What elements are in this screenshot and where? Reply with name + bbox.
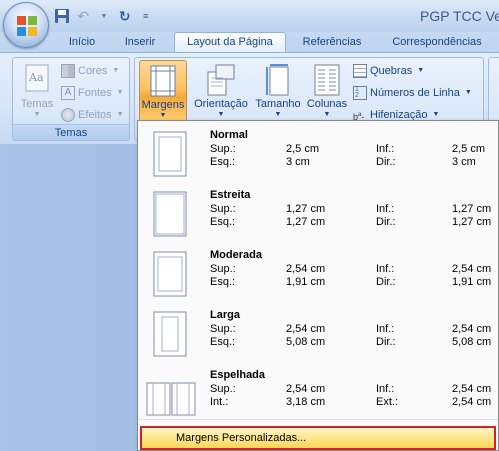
chevron-down-icon: ▼ — [159, 112, 167, 119]
margin-preview-icon — [153, 311, 187, 357]
quick-access-toolbar: ↶ ▼ ↻ ≡ — [54, 5, 154, 27]
undo-icon[interactable]: ↶ — [75, 7, 92, 25]
margin-preview-icon — [146, 382, 196, 416]
tamanho-button[interactable]: Tamanho ▼ — [253, 60, 303, 122]
fontes-button[interactable]: A Fontes ▼ — [61, 84, 124, 102]
colunas-button[interactable]: Colunas ▼ — [305, 60, 349, 122]
tab-correspondencias[interactable]: Correspondências — [382, 33, 492, 52]
title-bar: ↶ ▼ ↻ ≡ PGP TCC Ver — [0, 0, 499, 32]
numeros-de-linha-button[interactable]: 12 Números de Linha ▼ — [353, 84, 472, 102]
chevron-down-icon: ▼ — [112, 67, 120, 74]
tab-inicio[interactable]: Início — [58, 33, 106, 52]
chevron-down-icon: ▼ — [417, 67, 425, 74]
redo-icon[interactable]: ↻ — [116, 7, 133, 25]
ribbon-tabs: Início Inserir Layout da Página Referênc… — [0, 32, 499, 53]
margins-dropdown-menu: Normal Sup.: 2,5 cm Inf.: 2,5 cm Esq.: 3… — [137, 120, 499, 451]
chevron-down-icon: ▼ — [116, 89, 124, 96]
chevron-down-icon[interactable]: ▼ — [96, 7, 113, 25]
temas-button[interactable]: Aa Temas ▼ — [17, 60, 57, 122]
customize-qat-icon[interactable]: ≡ — [137, 7, 154, 25]
chevron-down-icon: ▼ — [217, 111, 225, 118]
temas-icon: Aa — [25, 64, 49, 92]
tab-inserir[interactable]: Inserir — [114, 33, 166, 52]
size-icon — [266, 64, 289, 96]
office-button[interactable] — [3, 2, 49, 48]
office-logo-icon — [17, 16, 37, 36]
custom-margins-button[interactable]: Margens Personalizadas... — [140, 426, 496, 450]
margin-preview-icon — [153, 251, 187, 297]
line-numbers-icon: 12 — [353, 86, 367, 100]
margin-option-larga[interactable]: Larga Sup.: 2,54 cm Inf.: 2,54 cm Esq.: … — [138, 301, 498, 361]
chevron-down-icon: ▼ — [464, 89, 472, 96]
orientation-icon — [207, 64, 235, 96]
margin-option-espelhada[interactable]: Espelhada Sup.: 2,54 cm Inf.: 2,54 cm In… — [138, 361, 498, 421]
quebras-button[interactable]: Quebras ▼ — [353, 62, 424, 80]
orientacao-button[interactable]: Orientação ▼ — [191, 60, 251, 122]
chevron-down-icon: ▼ — [33, 111, 41, 118]
margin-option-normal[interactable]: Normal Sup.: 2,5 cm Inf.: 2,5 cm Esq.: 3… — [138, 121, 498, 181]
fonts-icon: A — [61, 86, 75, 100]
columns-icon — [314, 64, 340, 96]
colors-icon — [61, 64, 75, 78]
svg-text:Aa: Aa — [28, 71, 44, 84]
chevron-down-icon: ▼ — [323, 111, 331, 118]
temas-group: Aa Temas ▼ Cores ▼ A Fontes ▼ Efeitos ▼ Tem… — [12, 57, 130, 141]
margens-button[interactable]: Margens ▼ — [139, 60, 187, 126]
cores-button[interactable]: Cores ▼ — [61, 62, 119, 80]
tab-layout-da-pagina[interactable]: Layout da Página — [174, 32, 286, 53]
tab-referencias[interactable]: Referências — [294, 33, 370, 52]
window-title: PGP TCC Ver — [420, 8, 499, 24]
margin-preview-icon — [153, 191, 187, 237]
margin-preview-icon — [153, 131, 187, 177]
temas-group-label: Temas — [13, 124, 129, 140]
margins-icon — [150, 65, 176, 97]
effects-icon — [61, 108, 75, 122]
menu-separator — [138, 419, 498, 420]
save-icon[interactable] — [54, 7, 71, 25]
breaks-icon — [353, 64, 367, 78]
margin-option-estreita[interactable]: Estreita Sup.: 1,27 cm Inf.: 1,27 cm Esq… — [138, 181, 498, 241]
chevron-down-icon: ▼ — [116, 111, 124, 118]
margin-option-moderada[interactable]: Moderada Sup.: 2,54 cm Inf.: 2,54 cm Esq… — [138, 241, 498, 301]
efeitos-button[interactable]: Efeitos ▼ — [61, 106, 124, 124]
chevron-down-icon: ▼ — [274, 111, 282, 118]
